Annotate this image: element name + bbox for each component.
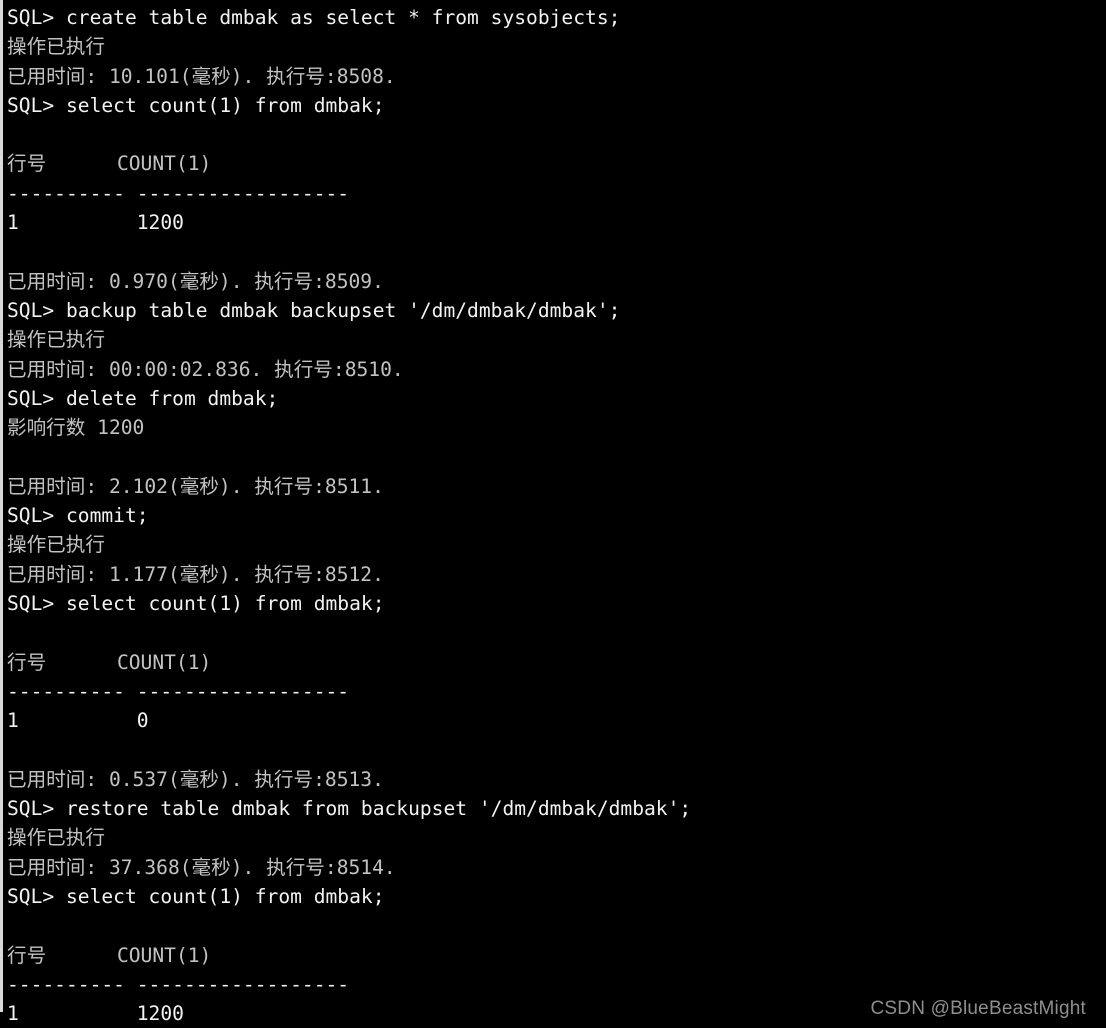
terminal-line-command: SQL> select count(1) from dmbak;	[7, 93, 385, 117]
terminal-line-command: SQL> create table dmbak as select * from…	[7, 6, 621, 29]
terminal-line-status: 操作已执行	[7, 533, 105, 557]
terminal-line-command: SQL> commit;	[7, 504, 149, 528]
terminal-line-timing: 已用时间: 2.102(毫秒). 执行号:8511.	[7, 474, 384, 498]
terminal-line-timing: 已用时间: 0.537(毫秒). 执行号:8513.	[7, 767, 384, 791]
terminal-window[interactable]: SQL> create table dmbak as select * from…	[0, 0, 1106, 1028]
window-left-border	[0, 0, 3, 1012]
terminal-line-command: SQL> backup table dmbak backupset '/dm/d…	[7, 298, 621, 322]
terminal-line-timing: 已用时间: 0.970(毫秒). 执行号:8509.	[7, 269, 384, 293]
terminal-line-tablerow: 1 1200	[7, 211, 184, 235]
terminal-line-status: 操作已执行	[7, 826, 105, 850]
terminal-line-command: SQL> restore table dmbak from backupset …	[7, 797, 692, 821]
terminal-line-timing: 已用时间: 37.368(毫秒). 执行号:8514.	[7, 855, 396, 879]
terminal-line-separator: ---------- ------------------	[7, 972, 350, 996]
terminal-line-tablerow: 1 0	[7, 709, 149, 733]
terminal-output-area[interactable]: SQL> create table dmbak as select * from…	[0, 0, 1106, 1028]
terminal-line-timing: 已用时间: 00:00:02.836. 执行号:8510.	[7, 357, 404, 381]
terminal-line-tableheader: 行号 COUNT(1)	[7, 650, 212, 674]
terminal-line-command: SQL> select count(1) from dmbak;	[7, 591, 385, 615]
terminal-line-command: SQL> delete from dmbak;	[7, 386, 279, 410]
terminal-line-status: 影响行数 1200	[7, 416, 145, 440]
terminal-line-tableheader: 行号 COUNT(1)	[7, 943, 212, 967]
terminal-line-separator: ---------- ------------------	[7, 679, 350, 703]
terminal-line-status: 操作已执行	[7, 35, 105, 59]
terminal-line-separator: ---------- ------------------	[7, 181, 350, 205]
terminal-line-tableheader: 行号 COUNT(1)	[7, 152, 212, 176]
terminal-line-timing: 已用时间: 10.101(毫秒). 执行号:8508.	[7, 64, 396, 88]
terminal-line-timing: 已用时间: 1.177(毫秒). 执行号:8512.	[7, 562, 384, 586]
terminal-line-command: SQL> select count(1) from dmbak;	[7, 884, 385, 908]
csdn-watermark: CSDN @BlueBeastMight	[870, 998, 1086, 1019]
terminal-line-status: 操作已执行	[7, 328, 105, 352]
